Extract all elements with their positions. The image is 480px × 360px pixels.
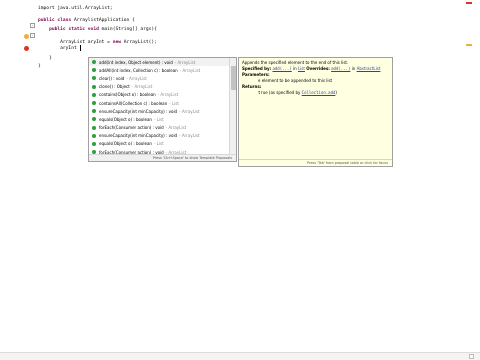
public-method-icon: [92, 125, 96, 130]
doc-param-name: e: [258, 78, 261, 83]
proposal-declaring-type: - ArrayList: [179, 133, 200, 139]
proposal-declaring-type: - ArrayList: [179, 108, 200, 114]
public-method-icon: [92, 60, 96, 65]
doc-footer-hint: Press 'Tab' from proposal table or click…: [239, 159, 392, 166]
code-line[interactable]: }: [38, 62, 41, 72]
proposal-signature: containsAll(Collection c) : boolean: [99, 100, 168, 106]
code-text: main(String[] args){: [101, 27, 157, 32]
code-text: ArrayList();: [123, 40, 157, 45]
ruler-warning-mark[interactable]: [466, 44, 472, 46]
code-editor[interactable]: - - import java.util.ArrayList; public cl…: [0, 0, 480, 360]
error-marker-icon[interactable]: [24, 46, 29, 51]
doc-returns-desc: (as specified by: [268, 90, 301, 95]
public-method-icon: [92, 84, 96, 89]
proposal-declaring-type: - ArrayList: [131, 84, 153, 90]
proposal-scrollbar-thumb[interactable]: [231, 66, 236, 90]
proposal-signature: add(int index, Object element) : void: [99, 59, 173, 65]
code-keyword: new: [112, 40, 124, 45]
proposal-declaring-type: - ArrayList: [157, 92, 179, 98]
public-method-icon: [92, 117, 96, 122]
doc-returns-value: true: [258, 90, 268, 95]
code-text: import java.util.ArrayList;: [38, 6, 113, 11]
content-assist-popup[interactable]: add(int index, Object element) : void - A…: [88, 57, 237, 162]
proposal-declaring-type: - ArrayList: [165, 125, 187, 131]
proposal-item[interactable]: add(int index, Object element) : void - A…: [89, 58, 230, 67]
scroll-corner: [469, 354, 474, 359]
doc-returns-link[interactable]: Collection.add: [302, 90, 336, 95]
proposal-declaring-type: - ArrayList: [126, 75, 147, 81]
code-text: }: [38, 56, 52, 61]
proposal-item[interactable]: clone() : Object - ArrayList: [89, 83, 230, 91]
proposal-signature: clone() : Object: [99, 84, 130, 90]
public-method-icon: [92, 133, 96, 138]
public-method-icon: [92, 76, 96, 81]
proposal-declaring-type: - ArrayList: [174, 59, 196, 65]
doc-interface-link[interactable]: List: [298, 66, 305, 71]
proposal-signature: ensureCapacity(int minCapacity) : void: [99, 133, 178, 139]
proposal-item[interactable]: forEach(Consumer action) : void - ArrayLi…: [89, 124, 230, 132]
code-line[interactable]: public static void main(String[] args){: [38, 25, 157, 35]
proposal-item[interactable]: addAll(int index, Collection c) : boolea…: [89, 66, 230, 74]
fold-toggle-icon[interactable]: -: [30, 33, 35, 38]
warning-marker-icon[interactable]: [24, 34, 29, 39]
proposal-item[interactable]: contains(Object o) : boolean - ArrayList: [89, 91, 230, 99]
public-method-icon: [92, 101, 96, 106]
code-text: aryInt: [38, 46, 80, 51]
proposal-signature: addAll(int index, Collection c) : boolea…: [99, 67, 178, 73]
editor-gutter: [0, 0, 30, 360]
doc-specified-by-link[interactable]: add(...): [272, 66, 291, 71]
doc-class-link[interactable]: AbstractList: [357, 66, 381, 71]
public-method-icon: [92, 92, 96, 97]
doc-in-label-2: in: [351, 66, 356, 71]
horizontal-scrollbar[interactable]: [0, 352, 480, 360]
text-cursor: [79, 44, 81, 51]
proposal-declaring-type: - List: [153, 141, 164, 147]
public-method-icon: [92, 68, 96, 73]
proposal-signature: equals(Object o) : boolean: [99, 116, 152, 122]
proposal-item[interactable]: equals(Object o) : boolean - List: [89, 140, 230, 148]
overview-ruler[interactable]: [464, 0, 473, 360]
javadoc-hover[interactable]: Appends the specified element to the end…: [238, 57, 393, 167]
ruler-error-mark[interactable]: [466, 2, 472, 4]
proposal-signature: equals(Object o) : boolean: [99, 141, 152, 147]
code-line[interactable]: aryInt: [38, 44, 81, 54]
doc-specified-by-label: Specified by:: [242, 66, 272, 71]
proposal-list[interactable]: add(int index, Object element) : void - A…: [89, 58, 230, 155]
code-text: }: [38, 64, 41, 69]
proposal-declaring-type: - List: [169, 100, 179, 106]
proposal-signature: ensureCapacity(int minCapacity) : void: [99, 108, 178, 114]
proposal-declaring-type: - List: [153, 116, 164, 122]
proposal-item[interactable]: containsAll(Collection c) : boolean - Lis…: [89, 99, 230, 107]
code-text: ArraylistApplication {: [73, 18, 135, 23]
proposal-signature: contains(Object o) : boolean: [99, 92, 156, 98]
doc-returns-end: ): [335, 90, 337, 95]
proposal-footer-hint: Press 'Ctrl+Space' to show Template Prop…: [89, 154, 236, 161]
proposal-item[interactable]: ensureCapacity(int minCapacity) : void - …: [89, 132, 230, 140]
proposal-scrollbar[interactable]: [229, 58, 236, 155]
doc-overrides-label: Overrides:: [306, 66, 330, 71]
proposal-signature: forEach(Consumer action) : void: [99, 125, 164, 131]
doc-overrides-link[interactable]: add(...): [331, 66, 350, 71]
public-method-icon: [92, 109, 96, 114]
doc-in-label: in: [293, 66, 297, 71]
proposal-signature: clear() : void: [99, 75, 125, 81]
code-line[interactable]: import java.util.ArrayList;: [38, 4, 113, 14]
code-keyword: public class: [38, 18, 74, 23]
doc-param-desc: element to be appended to this list: [261, 78, 333, 83]
code-keyword: public static void: [38, 27, 102, 32]
proposal-item[interactable]: ensureCapacity(int minCapacity) : void - …: [89, 107, 230, 115]
fold-toggle-icon[interactable]: -: [30, 23, 35, 28]
public-method-icon: [92, 141, 96, 146]
proposal-item[interactable]: clear() : void - ArrayList: [89, 74, 230, 82]
proposal-item[interactable]: equals(Object o) : boolean - List: [89, 115, 230, 123]
proposal-declaring-type: - ArrayList: [179, 67, 201, 73]
